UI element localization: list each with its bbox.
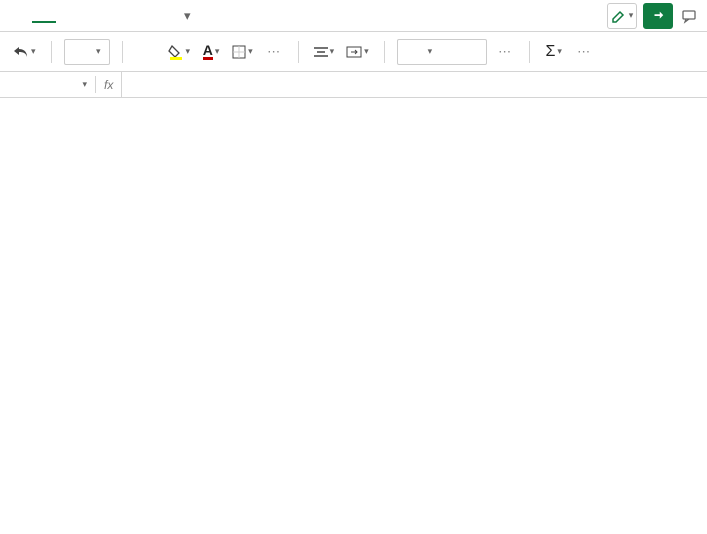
- ribbon-tabs: ▾ ▾: [0, 0, 707, 32]
- formula-bar: ▾ fx: [0, 72, 707, 98]
- tab-file[interactable]: [8, 10, 32, 22]
- formula-input[interactable]: [122, 82, 707, 88]
- grid: [0, 98, 707, 534]
- more-editing-icon[interactable]: ⋯: [572, 38, 596, 66]
- fx-label[interactable]: fx: [96, 72, 122, 97]
- tab-insert[interactable]: [56, 10, 80, 22]
- autosum-button[interactable]: Σ▾: [542, 38, 566, 66]
- tab-more-icon[interactable]: ▾: [176, 2, 199, 30]
- tab-home[interactable]: [32, 9, 56, 23]
- name-box[interactable]: ▾: [0, 76, 96, 93]
- more-font-icon[interactable]: ⋯: [262, 38, 286, 66]
- merge-button[interactable]: ▾: [343, 38, 372, 66]
- bold-button[interactable]: [135, 38, 159, 66]
- comments-button[interactable]: [679, 3, 699, 29]
- edit-mode-button[interactable]: ▾: [607, 3, 637, 29]
- tab-data[interactable]: [152, 10, 176, 22]
- borders-button[interactable]: ▾: [229, 38, 256, 66]
- font-color-button[interactable]: A▾: [199, 38, 223, 66]
- more-number-icon[interactable]: ⋯: [493, 38, 517, 66]
- number-format-select[interactable]: ▾: [397, 39, 487, 65]
- share-button[interactable]: [643, 3, 673, 29]
- font-size-select[interactable]: ▾: [64, 39, 110, 65]
- tab-draw[interactable]: [80, 10, 104, 22]
- toolbar: ▾ ▾ ▾ A▾ ▾ ⋯ ▾ ▾ ▾ ⋯ Σ▾ ⋯: [0, 32, 707, 72]
- align-center-button[interactable]: ▾: [311, 38, 338, 66]
- tab-formulas[interactable]: [128, 10, 152, 22]
- tab-page-layout[interactable]: [104, 10, 128, 22]
- undo-button[interactable]: ▾: [10, 38, 39, 66]
- fill-color-button[interactable]: ▾: [165, 38, 194, 66]
